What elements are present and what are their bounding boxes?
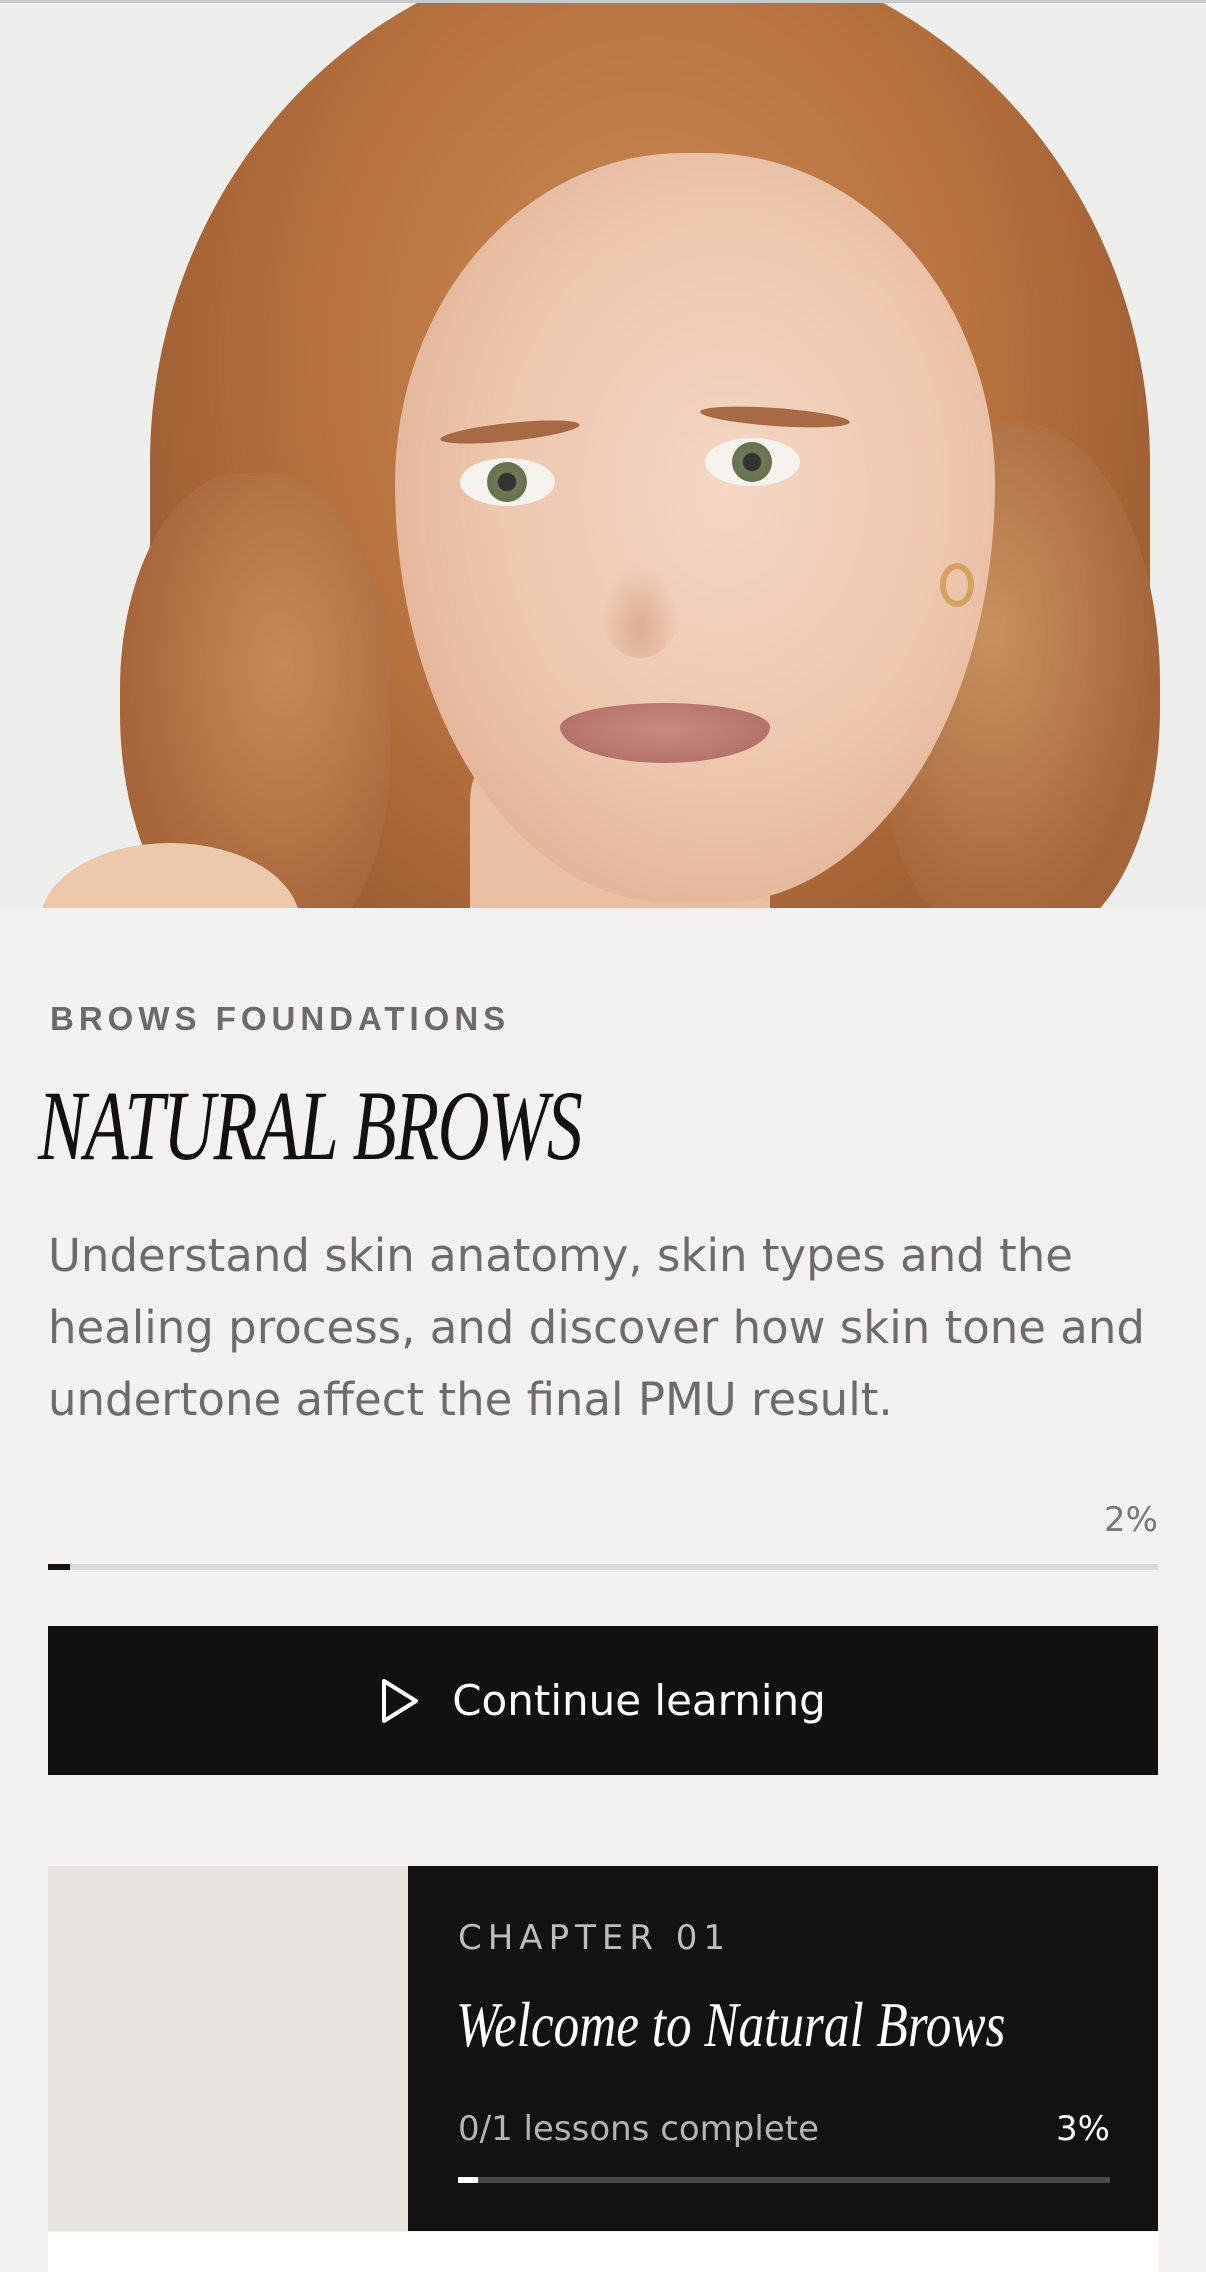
course-title: NATURAL BROWS: [38, 1070, 583, 1181]
course-progress-bar: [48, 1564, 1158, 1570]
chapter-title: Welcome to Natural Brows: [456, 1989, 1006, 2060]
next-chapter-card[interactable]: [48, 2232, 1158, 2272]
course-category: BROWS FOUNDATIONS: [50, 1000, 511, 1037]
course-hero-image: [0, 3, 1206, 908]
chapter-progress-bar: [458, 2177, 1110, 2183]
course-description: Understand skin anatomy, skin types and …: [48, 1229, 1145, 1426]
course-progress-fill: [48, 1564, 71, 1570]
chapter-progress-fill: [458, 2177, 478, 2183]
chapter-number: CHAPTER 01: [458, 1918, 732, 1958]
continue-learning-button[interactable]: Continue learning: [48, 1626, 1158, 1775]
course-progress-percent: 2%: [1104, 1500, 1158, 1540]
chapter-thumbnail: [48, 1866, 408, 2231]
chapter-card[interactable]: CHAPTER 01 Welcome to Natural Brows 0/1 …: [48, 1866, 1158, 2231]
continue-learning-label: Continue learning: [452, 1676, 826, 1725]
chapter-progress-percent: 3%: [1056, 2109, 1110, 2149]
chapter-info: CHAPTER 01 Welcome to Natural Brows 0/1 …: [408, 1866, 1158, 2231]
play-icon: [380, 1678, 420, 1724]
lessons-complete-text: 0/1 lessons complete: [458, 2109, 820, 2149]
